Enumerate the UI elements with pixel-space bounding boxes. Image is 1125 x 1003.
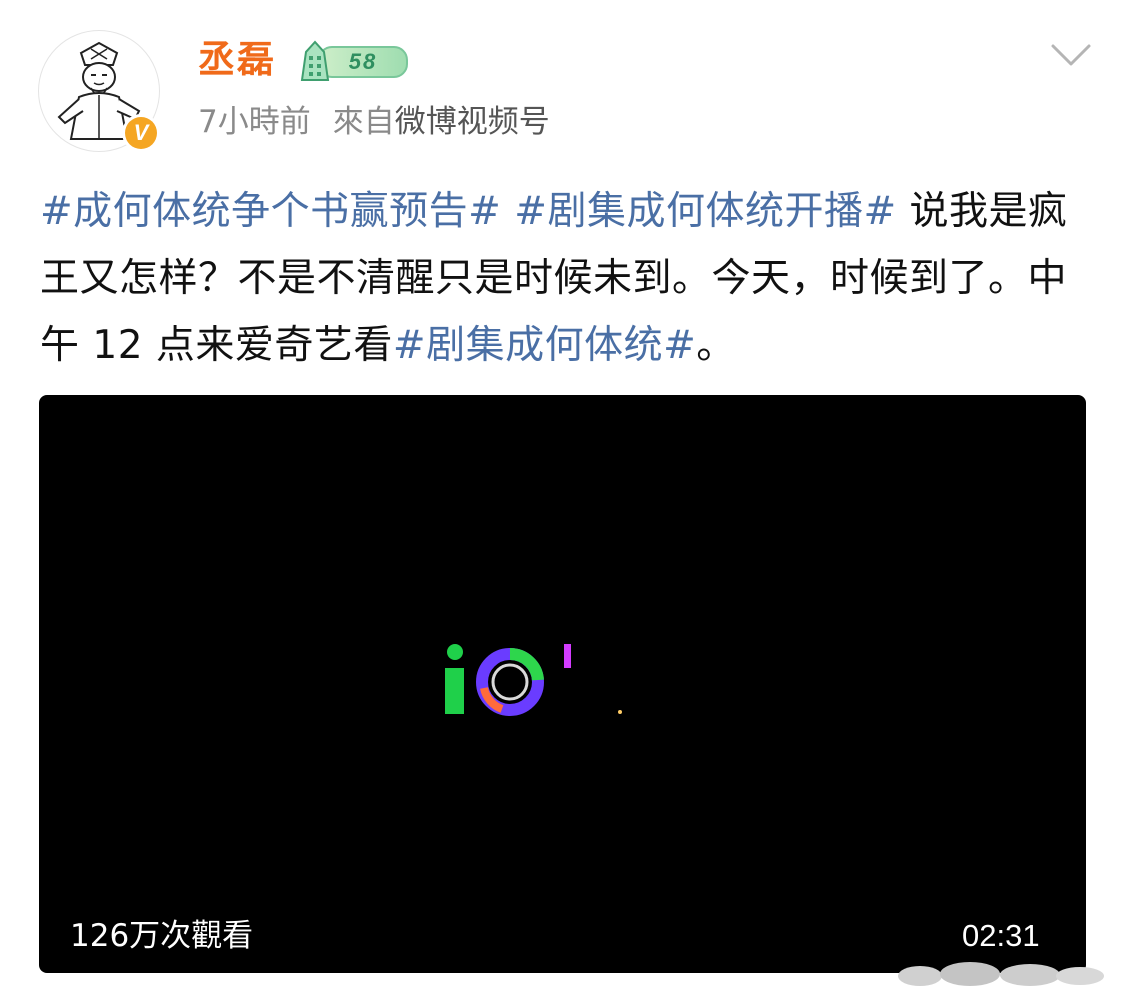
topic-link[interactable]: #剧集成何体统开播#	[514, 189, 896, 234]
topic-link[interactable]: #剧集成何体统#	[393, 323, 696, 368]
v-badge-inner: V	[125, 117, 157, 149]
topic-link[interactable]: #成何体统争个书赢预告#	[40, 189, 501, 234]
watermark-blur	[898, 962, 1104, 986]
post-end-punct: 。	[696, 323, 736, 368]
video-view-count: 126万次觀看	[70, 918, 254, 954]
chevron-down-icon[interactable]	[1049, 40, 1093, 70]
post-time: 7小時前	[198, 104, 311, 140]
avatar-container[interactable]: V	[38, 30, 160, 152]
level-crown-icon	[300, 40, 330, 81]
user-level-badge[interactable]: 58	[298, 40, 408, 82]
iqiyi-logo-icon	[445, 644, 622, 716]
weibo-post: V 丞磊 58 7小時前 來自微博视频号 #成何体统争个书赢预告# #剧集成何体统…	[0, 0, 1125, 1003]
video-duration: 02:31	[962, 918, 1040, 953]
post-meta: 7小時前 來自微博视频号	[198, 102, 550, 142]
verified-icon: V	[122, 114, 160, 152]
source-prefix: 來自	[332, 104, 395, 140]
source-link[interactable]: 微博视频号	[395, 104, 550, 140]
post-text: #成何体统争个书赢预告# #剧集成何体统开播# 说我是疯王又怎样？不是不清醒只是…	[40, 178, 1080, 379]
author-name[interactable]: 丞磊	[198, 36, 276, 84]
